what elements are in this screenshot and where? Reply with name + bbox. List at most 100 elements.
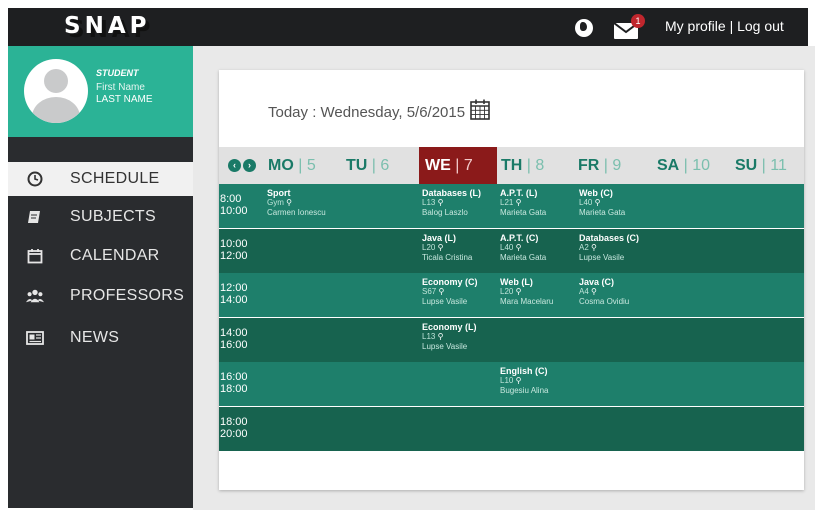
sidebar-item-label: SCHEDULE (70, 170, 160, 187)
sidebar-item-news[interactable]: NEWS (8, 321, 193, 355)
day-mo[interactable]: MO | 5 (268, 147, 316, 184)
class-professor[interactable]: Lupse Vasile (422, 297, 478, 307)
clock-icon (26, 170, 44, 188)
sidebar-item-subjects[interactable]: SUBJECTS (8, 200, 193, 234)
time-end: 18:00 (220, 383, 248, 395)
time-slot-label: 16:00 18:00 (220, 371, 248, 395)
day-number: 8 (535, 157, 545, 174)
time-start: 8:00 (220, 193, 242, 205)
schedule-row: 10:00 12:00 Java (L) L20 ⚲ Ticala Cristina A.… (219, 228, 804, 273)
location-pin-icon[interactable]: ⚲ (286, 198, 292, 208)
class-professor[interactable]: Marieta Gata (500, 208, 546, 218)
day-name: TU (346, 157, 368, 174)
room-name: A4 (579, 287, 592, 296)
location-pin-icon[interactable]: ⚲ (595, 198, 601, 208)
prev-week-icon[interactable]: ‹ (228, 159, 241, 172)
day-we[interactable]: WE | 7 (419, 147, 497, 184)
class-professor[interactable]: Marieta Gata (579, 208, 625, 218)
newspaper-icon (26, 329, 44, 347)
class-entry[interactable]: Sport Gym ⚲ Carmen Ionescu (267, 188, 326, 218)
class-room: L21 ⚲ (500, 198, 546, 208)
sidebar-item-schedule[interactable]: SCHEDULE (8, 162, 193, 196)
location-pin-icon[interactable]: ⚲ (591, 243, 597, 253)
location-pin-icon[interactable]: ⚲ (516, 243, 522, 253)
location-pin-icon[interactable]: ⚲ (516, 198, 522, 208)
my-profile-link[interactable]: My profile (665, 18, 726, 34)
avatar[interactable] (24, 59, 88, 123)
class-professor[interactable]: Carmen Ionescu (267, 208, 326, 218)
room-name: S67 (422, 287, 439, 296)
day-fr[interactable]: FR | 9 (578, 147, 621, 184)
class-entry[interactable]: Java (L) L20 ⚲ Ticala Cristina (422, 233, 472, 263)
class-entry[interactable]: Databases (L) L13 ⚲ Balog Laszlo (422, 188, 481, 218)
day-name: FR (578, 157, 600, 174)
day-tu[interactable]: TU | 6 (346, 147, 389, 184)
student-last-name: LAST NAME (96, 94, 153, 105)
schedule-row: 18:00 20:00 (219, 406, 804, 451)
class-entry[interactable]: Economy (C) S67 ⚲ Lupse Vasile (422, 277, 478, 307)
avatar-body (32, 97, 80, 123)
class-entry[interactable]: English (C) L10 ⚲ Bugesiu Alina (500, 366, 548, 396)
app-logo[interactable]: SNAP (64, 13, 150, 39)
top-bar: SNAP 1 My profile | Log out (8, 8, 808, 46)
time-end: 10:00 (220, 205, 248, 217)
day-name: SA (657, 157, 680, 174)
day-name: MO (268, 157, 294, 174)
time-start: 10:00 (220, 237, 248, 250)
location-pin-icon[interactable]: ⚲ (516, 376, 522, 386)
log-out-link[interactable]: Log out (737, 18, 784, 34)
time-start: 18:00 (220, 415, 248, 428)
class-entry[interactable]: Web (C) L40 ⚲ Marieta Gata (579, 188, 625, 218)
week-navigation: ‹ › (228, 159, 256, 172)
schedule-row: 8:00 10:00 Sport Gym ⚲ Carmen Ionescu Databas… (219, 184, 804, 228)
sidebar-item-label: SUBJECTS (70, 208, 156, 225)
sidebar-item-calendar[interactable]: CALENDAR (8, 239, 193, 273)
time-slot-label: 8:00 10:00 (220, 193, 248, 217)
time-slot-label: 10:00 12:00 (220, 238, 248, 262)
class-room: L13 ⚲ (422, 332, 477, 342)
class-entry[interactable]: Java (C) A4 ⚲ Cosma Ovidiu (579, 277, 629, 307)
sidebar-item-professors[interactable]: PROFESSORS (8, 279, 193, 313)
class-room: L20 ⚲ (422, 243, 472, 253)
class-professor[interactable]: Marieta Gata (500, 253, 546, 263)
class-professor[interactable]: Bugesiu Alina (500, 386, 548, 396)
location-pin-icon[interactable]: ⚲ (438, 287, 444, 297)
globe-icon[interactable] (575, 19, 593, 37)
sidebar-item-label: PROFESSORS (70, 287, 185, 304)
class-entry[interactable]: Economy (L) L13 ⚲ Lupse Vasile (422, 322, 477, 352)
day-su[interactable]: SU | 11 (735, 147, 787, 184)
location-pin-icon[interactable]: ⚲ (438, 243, 444, 253)
day-number: 11 (770, 157, 787, 174)
room-name: L20 (422, 242, 438, 252)
day-name: SU (735, 157, 758, 174)
class-entry[interactable]: A.P.T. (L) L21 ⚲ Marieta Gata (500, 188, 546, 218)
class-entry[interactable]: A.P.T. (C) L40 ⚲ Marieta Gata (500, 233, 546, 263)
calendar-icon (26, 247, 44, 265)
room-name: L40 (579, 198, 595, 207)
location-pin-icon[interactable]: ⚲ (438, 332, 444, 342)
day-name: TH (501, 157, 523, 174)
calendar-icon[interactable] (470, 99, 490, 120)
day-name: WE (425, 157, 451, 174)
class-professor[interactable]: Lupse Vasile (422, 342, 477, 352)
class-professor[interactable]: Cosma Ovidiu (579, 297, 629, 307)
class-professor[interactable]: Mara Macelaru (500, 297, 553, 307)
class-room: L40 ⚲ (579, 198, 625, 208)
location-pin-icon[interactable]: ⚲ (516, 287, 522, 297)
class-room: L40 ⚲ (500, 243, 546, 253)
next-week-icon[interactable]: › (243, 159, 256, 172)
day-sa[interactable]: SA | 10 (657, 147, 710, 184)
class-professor[interactable]: Balog Laszlo (422, 208, 481, 218)
class-subject: A.P.T. (L) (500, 188, 538, 198)
class-professor[interactable]: Ticala Cristina (422, 253, 472, 263)
class-entry[interactable]: Databases (C) A2 ⚲ Lupse Vasile (579, 233, 639, 263)
class-subject: Web (C) (579, 188, 613, 198)
day-th[interactable]: TH | 8 (501, 147, 544, 184)
room-name: A2 (579, 242, 592, 252)
location-pin-icon[interactable]: ⚲ (438, 198, 444, 208)
class-entry[interactable]: Web (L) L20 ⚲ Mara Macelaru (500, 277, 553, 307)
location-pin-icon[interactable]: ⚲ (591, 287, 597, 297)
class-professor[interactable]: Lupse Vasile (579, 253, 639, 263)
class-subject: English (C) (500, 366, 548, 376)
time-end: 20:00 (220, 427, 248, 440)
